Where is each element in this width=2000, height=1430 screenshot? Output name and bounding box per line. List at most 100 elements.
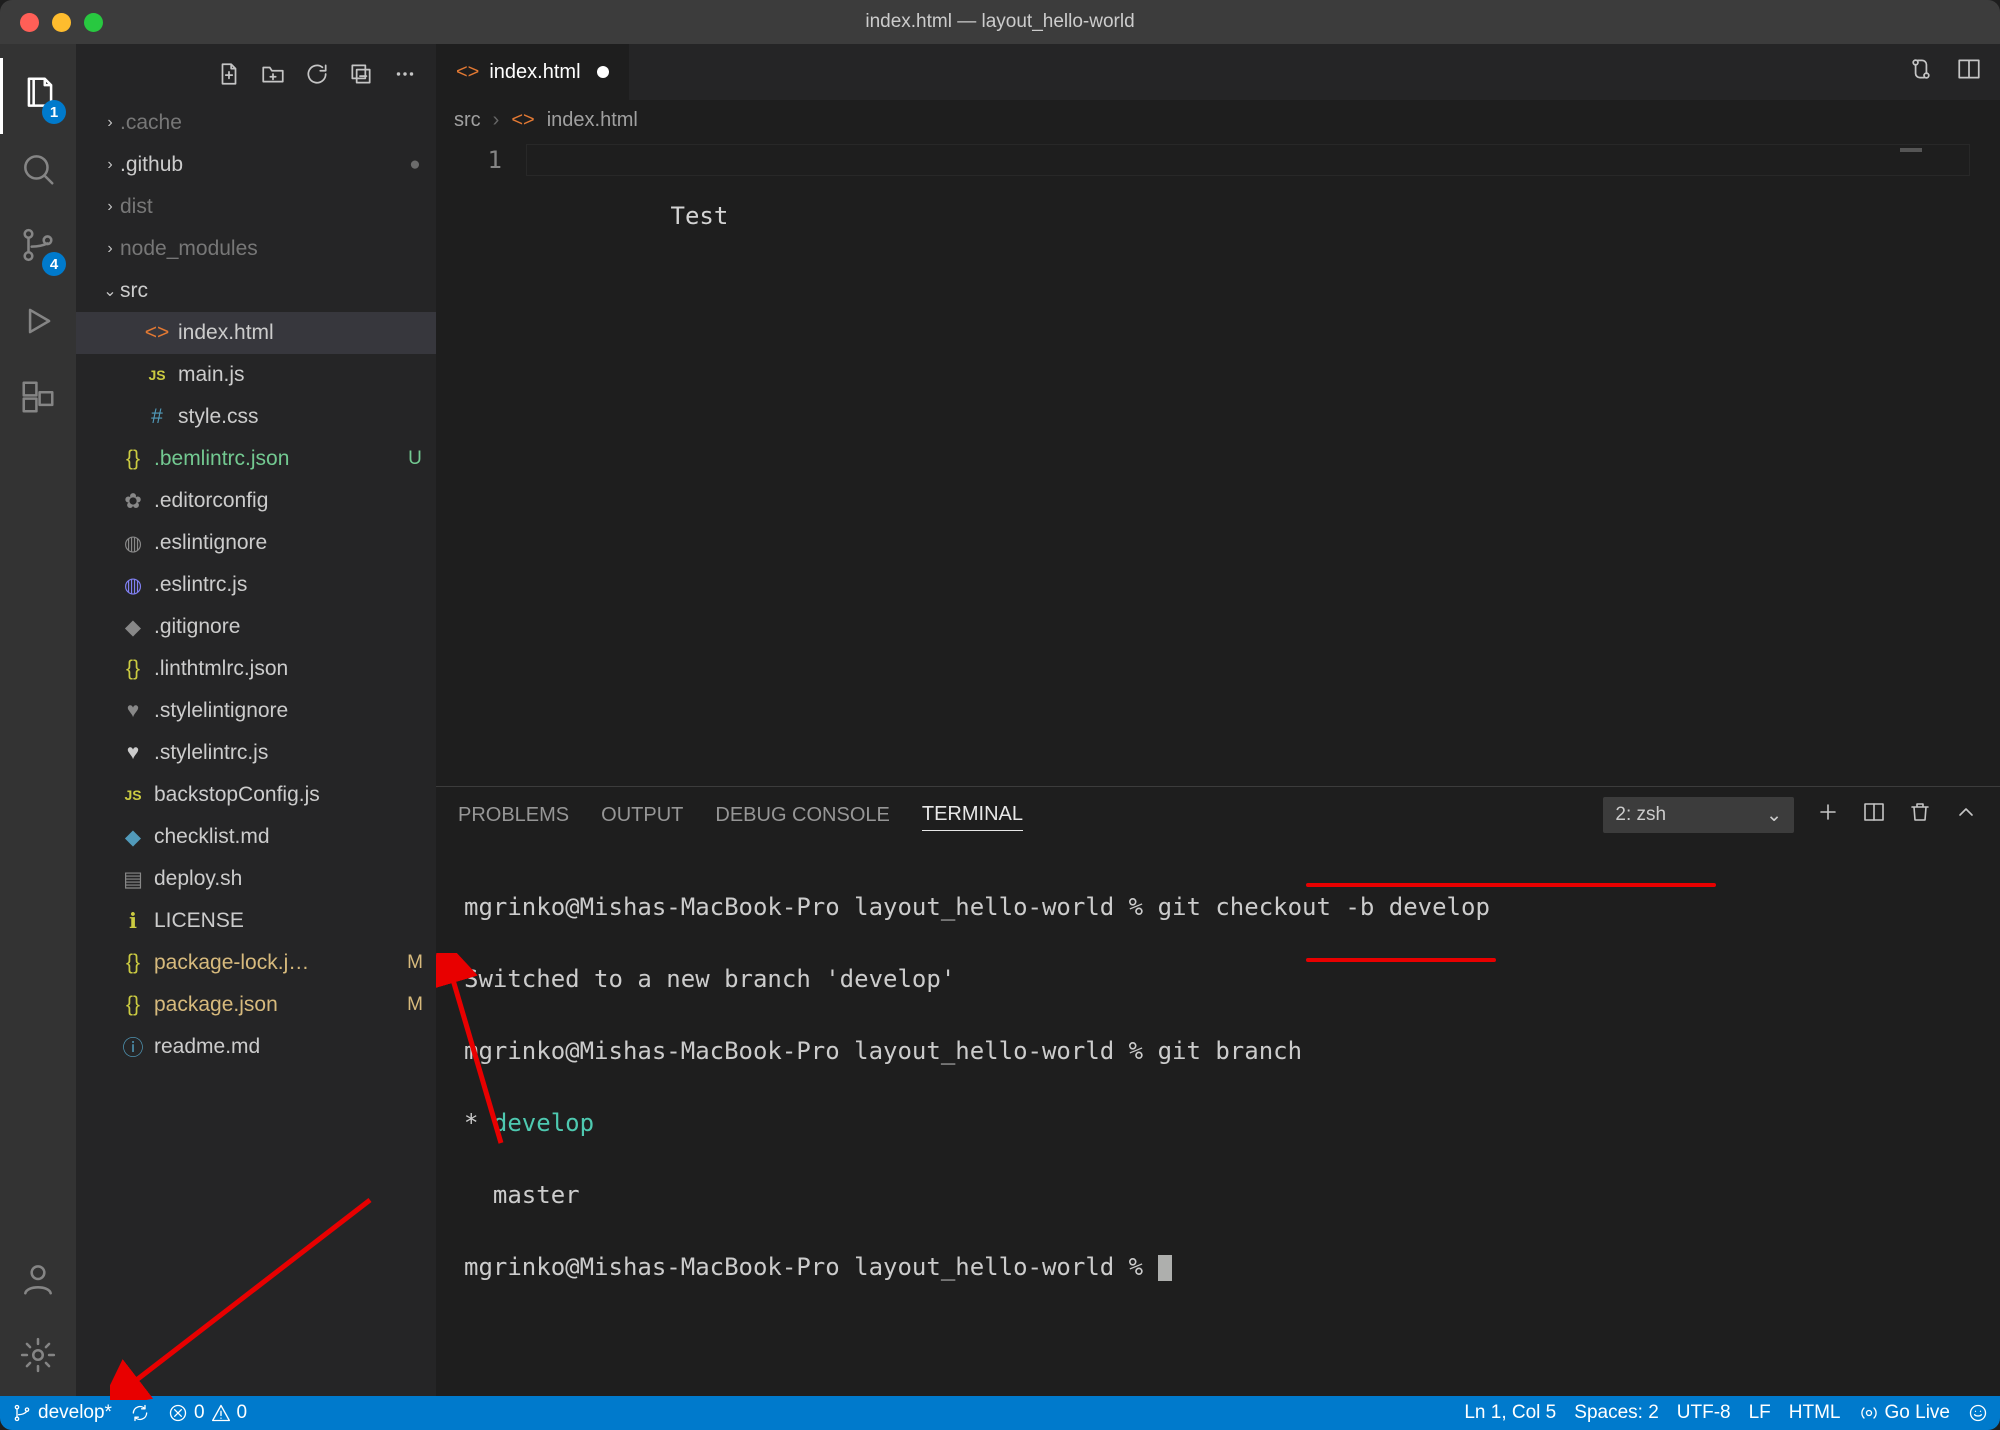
stylelint-gray-icon: ♥ xyxy=(120,699,146,723)
activity-settings[interactable] xyxy=(0,1320,76,1396)
terminal-picker[interactable]: 2: zsh ⌄ xyxy=(1603,797,1794,833)
panel-tab-debug[interactable]: DEBUG CONSOLE xyxy=(715,800,889,831)
code-editor[interactable]: 1 Test xyxy=(436,140,2000,786)
branch-star: * xyxy=(464,1109,493,1137)
folder-cache[interactable]: ›.cache xyxy=(76,102,436,144)
folder-dist[interactable]: ›dist xyxy=(76,186,436,228)
close-window-button[interactable] xyxy=(20,13,39,32)
json-file-icon: {} xyxy=(120,993,146,1017)
stylelint-icon: ♥ xyxy=(120,741,146,765)
file-deploy[interactable]: ▤ deploy.sh xyxy=(76,858,436,900)
file-gitignore[interactable]: ◆ .gitignore xyxy=(76,606,436,648)
status-branch[interactable]: develop* xyxy=(12,1402,112,1424)
folder-node-modules[interactable]: ›node_modules xyxy=(76,228,436,270)
file-checklist[interactable]: ◆ checklist.md xyxy=(76,816,436,858)
status-eol[interactable]: LF xyxy=(1749,1402,1771,1424)
breadcrumb-index-html[interactable]: index.html xyxy=(547,109,638,132)
status-go-live-label: Go Live xyxy=(1885,1402,1950,1424)
breadcrumbs[interactable]: src › <> index.html xyxy=(436,100,2000,140)
shell-file-icon: ▤ xyxy=(120,867,146,892)
new-folder-button[interactable] xyxy=(260,61,286,93)
fullscreen-window-button[interactable] xyxy=(84,13,103,32)
annotation-underline-2 xyxy=(1306,958,1496,962)
terminal-prompt: mgrinko@Mishas-MacBook-Pro layout_hello-… xyxy=(464,893,1158,921)
css-file-icon: # xyxy=(144,405,170,429)
file-eslintrc[interactable]: ◍ .eslintrc.js xyxy=(76,564,436,606)
file-main-js[interactable]: JS main.js xyxy=(76,354,436,396)
terminal-command: git branch xyxy=(1158,1037,1303,1065)
folder-src[interactable]: ⌄src xyxy=(76,270,436,312)
activity-bar: 1 4 xyxy=(0,44,76,1396)
traffic-lights xyxy=(20,13,103,32)
file-backstopconfig[interactable]: JS backstopConfig.js xyxy=(76,774,436,816)
html-file-icon: <> xyxy=(456,61,479,84)
terminal-picker-label: 2: zsh xyxy=(1615,804,1666,826)
status-go-live[interactable]: Go Live xyxy=(1859,1402,1950,1424)
file-stylelintrc[interactable]: ♥ .stylelintrc.js xyxy=(76,732,436,774)
file-linthtmlrc[interactable]: {} .linthtmlrc.json xyxy=(76,648,436,690)
file-package-lock[interactable]: {} package-lock.j…M xyxy=(76,942,436,984)
extensions-icon xyxy=(19,378,57,422)
json-file-icon: {} xyxy=(120,447,146,471)
file-editorconfig[interactable]: ✿ .editorconfig xyxy=(76,480,436,522)
activity-extensions[interactable] xyxy=(0,362,76,438)
activity-scm[interactable]: 4 xyxy=(0,210,76,286)
status-spaces[interactable]: Spaces: 2 xyxy=(1574,1402,1659,1424)
maximize-panel-button[interactable] xyxy=(1954,800,1978,830)
status-bar: develop* 0 0 Ln 1, Col 5 Spaces: 2 UTF-8… xyxy=(0,1396,2000,1430)
more-button[interactable] xyxy=(392,61,418,93)
status-language[interactable]: HTML xyxy=(1789,1402,1841,1424)
file-style-css[interactable]: # style.css xyxy=(76,396,436,438)
window-title: index.html — layout_hello-world xyxy=(0,11,2000,33)
split-editor-button[interactable] xyxy=(1956,56,1982,88)
markdown-file-icon: ◆ xyxy=(120,825,146,850)
status-problems[interactable]: 0 0 xyxy=(168,1402,247,1424)
json-file-icon: {} xyxy=(120,657,146,681)
activity-accounts[interactable] xyxy=(0,1244,76,1320)
tab-bar: <> index.html xyxy=(436,44,2000,100)
status-ln-col[interactable]: Ln 1, Col 5 xyxy=(1464,1402,1556,1424)
activity-explorer[interactable]: 1 xyxy=(0,58,76,134)
panel-tab-terminal[interactable]: TERMINAL xyxy=(922,799,1023,831)
terminal[interactable]: mgrinko@Mishas-MacBook-Pro layout_hello-… xyxy=(436,843,2000,1396)
file-eslintignore[interactable]: ◍ .eslintignore xyxy=(76,522,436,564)
eslint-gray-icon: ◍ xyxy=(120,531,146,556)
status-feedback[interactable] xyxy=(1968,1403,1988,1423)
collapse-all-button[interactable] xyxy=(348,61,374,93)
eslint-icon: ◍ xyxy=(120,573,146,598)
panel-tabs: PROBLEMS OUTPUT DEBUG CONSOLE TERMINAL 2… xyxy=(436,787,2000,843)
new-file-button[interactable] xyxy=(216,61,242,93)
status-warnings: 0 xyxy=(237,1402,248,1424)
file-package-json[interactable]: {} package.jsonM xyxy=(76,984,436,1026)
titlebar: index.html — layout_hello-world xyxy=(0,0,2000,44)
bottom-panel: PROBLEMS OUTPUT DEBUG CONSOLE TERMINAL 2… xyxy=(436,786,2000,1396)
file-index-html[interactable]: <> index.html xyxy=(76,312,436,354)
git-file-icon: ◆ xyxy=(120,615,146,640)
status-sync[interactable] xyxy=(130,1403,150,1423)
breadcrumb-src[interactable]: src xyxy=(454,109,481,132)
tab-index-html[interactable]: <> index.html xyxy=(436,44,630,100)
file-readme[interactable]: ⓘ readme.md xyxy=(76,1026,436,1068)
kill-terminal-button[interactable] xyxy=(1908,800,1932,830)
activity-debug[interactable] xyxy=(0,286,76,362)
editor-content[interactable]: Test xyxy=(526,140,2000,786)
vscode-window: index.html — layout_hello-world 1 xyxy=(0,0,2000,1430)
panel-tab-problems[interactable]: PROBLEMS xyxy=(458,800,569,831)
explorer-badge: 1 xyxy=(42,100,66,124)
refresh-button[interactable] xyxy=(304,61,330,93)
folder-github[interactable]: ›.github● xyxy=(76,144,436,186)
status-encoding[interactable]: UTF-8 xyxy=(1677,1402,1731,1424)
line-number: 1 xyxy=(436,146,502,174)
terminal-command: git checkout -b develop xyxy=(1158,893,1490,921)
panel-tab-output[interactable]: OUTPUT xyxy=(601,800,683,831)
terminal-output: Switched to a new branch 'develop' xyxy=(464,961,1972,997)
file-stylelintignore[interactable]: ♥ .stylelintignore xyxy=(76,690,436,732)
dirty-indicator-icon xyxy=(597,66,609,78)
activity-search[interactable] xyxy=(0,134,76,210)
minimize-window-button[interactable] xyxy=(52,13,71,32)
compare-changes-button[interactable] xyxy=(1908,56,1934,88)
new-terminal-button[interactable] xyxy=(1816,800,1840,830)
chevron-down-icon: ⌄ xyxy=(1766,804,1782,827)
file-bemlintrc[interactable]: {} .bemlintrc.jsonU xyxy=(76,438,436,480)
split-terminal-button[interactable] xyxy=(1862,800,1886,830)
